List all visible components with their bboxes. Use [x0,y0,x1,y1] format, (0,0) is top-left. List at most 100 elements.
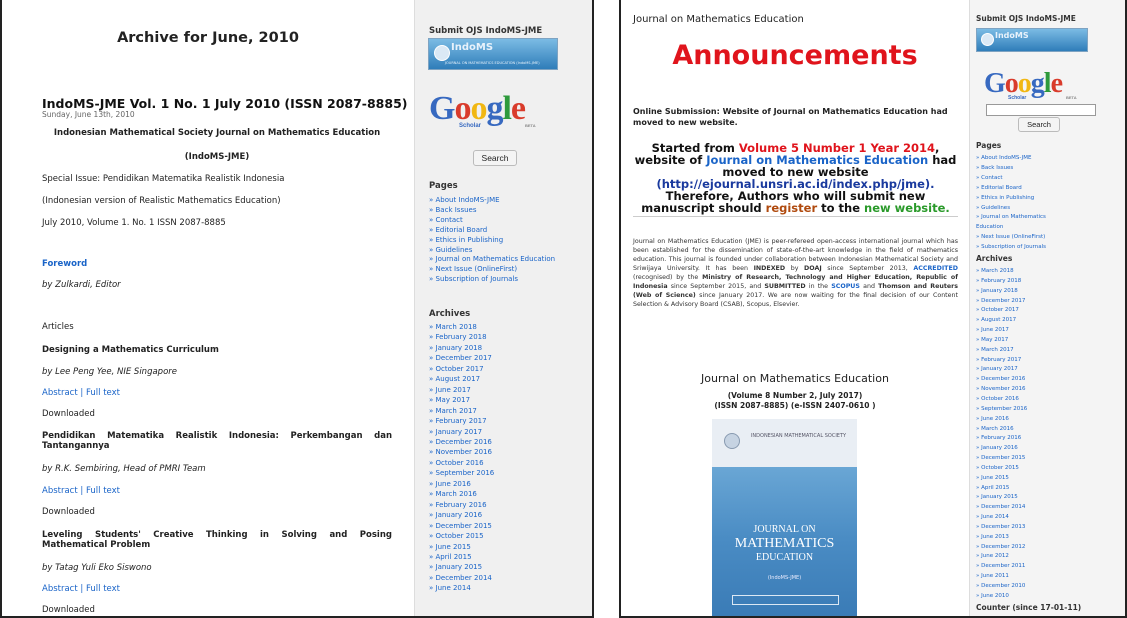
sidebar-link[interactable]: » January 2015 [976,493,1027,503]
sidebar-link[interactable]: » December 2010 [976,582,1027,592]
sidebar-link[interactable]: » January 2017 [976,365,1027,375]
post-title-link[interactable]: IndoMS-JME Vol. 1 No. 1 July 2010 (ISSN … [42,96,408,111]
accredited-link[interactable]: ACCREDITED [913,265,958,272]
sidebar-link[interactable]: » Ethics in Publishing [976,194,1046,204]
sidebar-link[interactable]: » February 2018 [976,277,1027,287]
sidebar-link[interactable]: » June 2015 [976,474,1027,484]
sidebar-link[interactable]: » January 2016 [976,444,1027,454]
sidebar-link[interactable]: » June 2010 [976,592,1027,602]
sidebar-link[interactable]: » March 2016 [976,425,1027,435]
jme-heading: Journal on Mathematics Education [701,372,889,385]
sidebar-link[interactable]: » February 2016 [429,500,494,510]
sidebar-link[interactable]: » June 2015 [429,542,494,552]
sidebar-link[interactable]: » Subscription of Journals [429,275,555,285]
abstract-link[interactable]: Abstract [42,584,78,594]
sidebar-link[interactable]: » December 2016 [429,437,494,447]
sidebar-link[interactable]: » Editorial Board [976,184,1046,194]
sidebar-link[interactable]: » August 2017 [429,374,494,384]
sidebar-link[interactable]: » December 2011 [976,562,1027,572]
foreword-link[interactable]: Foreword [42,259,87,269]
sidebar-link[interactable]: » October 2016 [976,395,1027,405]
sidebar-link[interactable]: » November 2016 [976,385,1027,395]
sidebar-link[interactable]: » August 2017 [976,316,1027,326]
google-letter: G [984,68,1006,99]
search-input[interactable] [986,104,1096,116]
abstract-link[interactable]: Abstract [42,486,78,496]
sidebar-link[interactable]: Education [976,223,1046,233]
sidebar-link[interactable]: » Back Issues [429,206,555,216]
sidebar-link[interactable]: » December 2017 [429,353,494,363]
sidebar-link[interactable]: » October 2017 [976,306,1027,316]
sidebar-link[interactable]: » June 2011 [976,572,1027,582]
sidebar-link[interactable]: » Guidelines [429,246,555,256]
sidebar-link[interactable]: » January 2016 [429,510,494,520]
sidebar-link[interactable]: » January 2017 [429,427,494,437]
sidebar-link[interactable]: » December 2014 [976,503,1027,513]
sidebar-link[interactable]: » Contact [429,216,555,226]
sidebar-link[interactable]: » June 2016 [976,415,1027,425]
sidebar-link[interactable]: » December 2012 [976,543,1027,553]
sidebar-link[interactable]: » Next Issue (OnlineFirst) [429,265,555,275]
sidebar-link[interactable]: » Next Issue (OnlineFirst) [976,233,1046,243]
sidebar-link[interactable]: » February 2016 [976,434,1027,444]
sidebar-link[interactable]: » December 2014 [429,573,494,583]
sidebar-link[interactable]: » Back Issues [976,164,1046,174]
sidebar-link[interactable]: » January 2018 [976,287,1027,297]
sidebar-link[interactable]: » October 2015 [976,464,1027,474]
sidebar-link[interactable]: » Subscription of Journals [976,243,1046,253]
sidebar-link[interactable]: » March 2017 [976,346,1027,356]
search-button[interactable]: Search [473,150,517,166]
sidebar-link[interactable]: » Journal on Mathematics [976,213,1046,223]
sidebar-link[interactable]: » May 2017 [429,395,494,405]
indoms-banner[interactable]: IndoMS JOURNAL ON MATHEMATICS EDUCATION … [428,38,558,70]
journal-cover-image[interactable]: INDONESIAN MATHEMATICAL SOCIETY JOURNAL … [712,419,857,616]
sidebar-link[interactable]: » October 2016 [429,458,494,468]
scopus-link[interactable]: SCOPUS [831,283,860,290]
search-button[interactable]: Search [1018,117,1060,132]
sidebar-link[interactable]: » February 2017 [976,356,1027,366]
sidebar-link[interactable]: » Contact [976,174,1046,184]
sidebar-link[interactable]: » December 2015 [976,454,1027,464]
article-links: Abstract | Full text [42,388,120,398]
sidebar-link[interactable]: » June 2012 [976,552,1027,562]
sidebar-link[interactable]: » September 2016 [429,468,494,478]
abstract-link[interactable]: Abstract [42,388,78,398]
sidebar-link[interactable]: » Journal on Mathematics Education [429,255,555,265]
sidebar-link[interactable]: » March 2018 [429,322,494,332]
sidebar-link[interactable]: » About IndoMS-JME [976,154,1046,164]
sidebar-link[interactable]: » September 2016 [976,405,1027,415]
fulltext-link[interactable]: Full text [86,486,120,496]
sidebar-link[interactable]: » January 2015 [429,562,494,572]
sidebar-link[interactable]: » June 2016 [429,479,494,489]
sidebar-link[interactable]: » Ethics in Publishing [429,236,555,246]
sidebar-link[interactable]: » June 2017 [976,326,1027,336]
sidebar-link[interactable]: » December 2015 [429,521,494,531]
sidebar-link[interactable]: » June 2017 [429,385,494,395]
sidebar-link[interactable]: » January 2018 [429,343,494,353]
sidebar-link[interactable]: » About IndoMS-JME [429,196,555,206]
sidebar-link[interactable]: » March 2018 [976,267,1027,277]
sidebar-link[interactable]: » December 2013 [976,523,1027,533]
sidebar-link[interactable]: » February 2017 [429,416,494,426]
sidebar-link[interactable]: » February 2018 [429,332,494,342]
sidebar-link[interactable]: » April 2015 [976,484,1027,494]
sidebar-link[interactable]: » May 2017 [976,336,1027,346]
sidebar-link[interactable]: » December 2016 [976,375,1027,385]
sidebar-link[interactable]: » June 2014 [976,513,1027,523]
fulltext-link[interactable]: Full text [86,584,120,594]
fulltext-link[interactable]: Full text [86,388,120,398]
sidebar-link[interactable]: » March 2017 [429,406,494,416]
register-link[interactable]: register [766,201,817,215]
sidebar-link[interactable]: » June 2014 [429,583,494,593]
sidebar-link[interactable]: » October 2015 [429,531,494,541]
sidebar-link[interactable]: » Editorial Board [429,226,555,236]
sidebar-link[interactable]: » April 2015 [429,552,494,562]
indoms-banner[interactable]: IndoMS [976,28,1088,52]
sidebar-link[interactable]: » December 2017 [976,297,1027,307]
sidebar-link[interactable]: » October 2017 [429,364,494,374]
sidebar-link[interactable]: » November 2016 [429,447,494,457]
new-website-link[interactable]: new website. [864,201,950,215]
sidebar-link[interactable]: » March 2016 [429,489,494,499]
sidebar-link[interactable]: » Guidelines [976,204,1046,214]
sidebar-link[interactable]: » June 2013 [976,533,1027,543]
